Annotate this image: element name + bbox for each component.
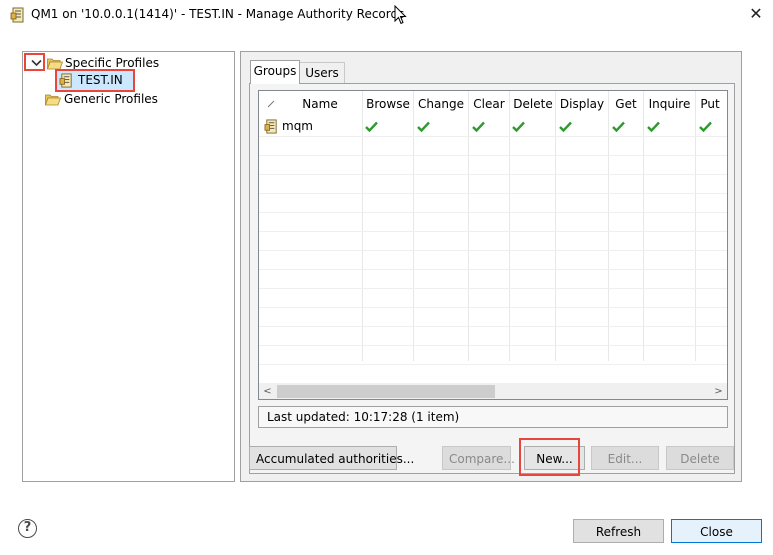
column-header-inquire[interactable]: Inquire [644, 91, 695, 117]
check-icon [365, 121, 378, 132]
check-icon [512, 121, 525, 132]
chevron-down-icon [31, 59, 42, 67]
status-bar: Last updated: 10:17:28 (1 item) [258, 406, 728, 428]
compare-button[interactable]: Compare... [442, 446, 515, 470]
grid-line [259, 250, 727, 251]
scroll-right-icon[interactable]: > [710, 383, 727, 399]
grid-line [413, 91, 414, 361]
column-header-put[interactable]: Put [696, 91, 724, 117]
delete-button[interactable]: Delete [666, 446, 734, 470]
tree-item-label: TEST.IN [78, 73, 123, 87]
horizontal-scrollbar[interactable]: < > [259, 383, 727, 399]
grid-line [362, 91, 363, 361]
grid-line [643, 91, 644, 361]
check-icon [472, 121, 485, 132]
title-bar: QM1 on '10.0.0.1(1414)' - TEST.IN - Mana… [0, 0, 773, 30]
open-folder-icon [45, 94, 61, 106]
grid-line [259, 326, 727, 327]
grid-line [695, 91, 696, 361]
grid-line [259, 364, 727, 365]
grid-line [259, 288, 727, 289]
window-title: QM1 on '10.0.0.1(1414)' - TEST.IN - Mana… [31, 7, 405, 21]
column-header-get[interactable]: Get [609, 91, 643, 117]
check-icon [647, 121, 660, 132]
tab-users[interactable]: Users [299, 62, 345, 84]
tree-item-test-in[interactable]: TEST.IN [55, 69, 135, 92]
highlight-outline [519, 438, 580, 476]
expand-toggle[interactable] [24, 53, 45, 71]
grid-line [259, 269, 727, 270]
grid-line [608, 91, 609, 361]
column-header-name[interactable]: Name [279, 91, 361, 117]
authority-record-icon [10, 7, 24, 23]
help-icon[interactable]: ? [18, 519, 37, 538]
profile-tree[interactable]: Specific Profiles TEST.IN Generic Profil… [22, 51, 235, 482]
check-icon [417, 121, 430, 132]
column-header-change[interactable]: Change [414, 91, 468, 117]
check-icon [699, 121, 712, 132]
grid-line [259, 231, 727, 232]
close-window-icon[interactable]: ✕ [745, 3, 767, 25]
tree-item-label: Generic Profiles [64, 92, 158, 106]
authority-panel: Groups Users Name Browse Change Clear De… [240, 51, 742, 482]
accumulated-authorities-button[interactable]: Accumulated authorities... [249, 446, 414, 470]
grid-line [259, 136, 727, 137]
check-icon [559, 121, 572, 132]
check-icon [612, 121, 625, 132]
scroll-thumb[interactable] [277, 385, 495, 398]
groups-tab-panel: Name Browse Change Clear Delete Display … [249, 83, 735, 474]
table-header: Name Browse Change Clear Delete Display … [259, 91, 727, 117]
grid-line [259, 212, 727, 213]
tab-groups[interactable]: Groups [250, 60, 300, 84]
group-icon [264, 119, 277, 134]
column-header-browse[interactable]: Browse [363, 91, 413, 117]
sort-indicator-icon [267, 100, 275, 108]
grid-line [259, 307, 727, 308]
edit-button[interactable]: Edit... [591, 446, 659, 470]
column-header-clear[interactable]: Clear [469, 91, 509, 117]
grid-line [555, 91, 556, 361]
grid-line [259, 193, 727, 194]
authority-record-icon [59, 73, 72, 88]
tree-item-label: Specific Profiles [65, 56, 160, 70]
cell-name: mqm [282, 119, 313, 133]
grid-line [259, 155, 727, 156]
mouse-cursor-icon [394, 5, 407, 25]
close-button[interactable]: Close [671, 519, 762, 543]
column-header-delete[interactable]: Delete [510, 91, 556, 117]
grid-line [509, 91, 510, 361]
scroll-left-icon[interactable]: < [259, 383, 276, 399]
authority-table[interactable]: Name Browse Change Clear Delete Display … [258, 90, 728, 400]
grid-line [259, 345, 727, 346]
column-header-display[interactable]: Display [556, 91, 608, 117]
refresh-button[interactable]: Refresh [573, 519, 664, 543]
grid-line [259, 174, 727, 175]
grid-line [468, 91, 469, 361]
